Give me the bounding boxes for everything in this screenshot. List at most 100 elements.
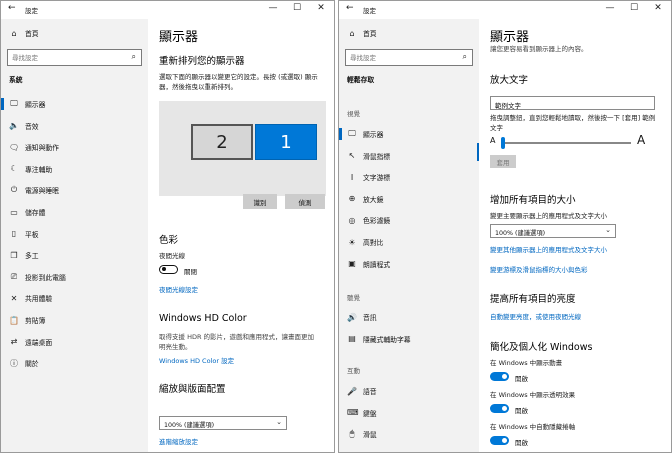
sidebar-item-moon[interactable]: ☾ 專注輔助 [1,159,148,179]
scrollbars-state: 開啟 [515,439,528,447]
sidebar: ⌂ 首頁 ⌕ 輕鬆存取 視覺 🖵 顯示器 ↖ 滑鼠指標 I 文字游標 ⊕ 放大鏡 ◎ 色彩濾鏡 ☀ 高… [339,19,479,452]
sidebar-item-keyboard[interactable]: ⌨ 鍵盤 [339,403,479,423]
sidebar-item-microphone[interactable]: 🎤 語音 [339,381,479,401]
arrange-description-line-1: 選取下面的顯示器以變更它的設定。長按 (或選取) 顯示 [159,73,318,81]
back-arrow-icon[interactable]: ← [346,3,354,13]
sidebar-group-interaction: 互動 [347,367,360,375]
brightness-heading: 提高所有項目的亮度 [490,294,576,305]
sidebar-item-label: 音訊 [363,314,377,322]
audio-icon: 🔊 [347,312,357,322]
arrange-heading: 重新排列您的顯示器 [159,56,245,67]
search-icon[interactable]: ⌕ [463,52,467,62]
brightness-night-light-link[interactable]: 自動變更亮度，或使用夜間光線 [490,311,581,321]
page-title: 顯示器 [490,30,530,45]
text-size-heading: 放大文字 [490,75,529,86]
sidebar-item-power[interactable]: ⏻ 電源與睡眠 [1,180,148,200]
sidebar-item-mouse[interactable]: 🖱 滑鼠 [339,424,479,444]
sidebar-item-monitor[interactable]: 🖵 顯示器 [1,94,148,114]
sidebar-item-magnifier[interactable]: ⊕ 放大鏡 [339,189,479,209]
text-size-slider[interactable] [501,137,631,149]
sidebar-item-project[interactable]: ⎚ 投影到此電腦 [1,267,148,287]
monitor-1-label: 1 [280,131,292,153]
night-light-settings-link[interactable]: 夜間光線設定 [159,284,198,294]
sidebar-item-label: 色彩濾鏡 [363,217,391,226]
scrollbars-toggle[interactable] [490,436,509,445]
night-light-state: 關閉 [184,268,197,276]
sidebar-group-vision: 視覺 [347,110,360,118]
sidebar-item-label: 滑鼠 [363,431,377,440]
search-input[interactable] [12,52,112,63]
search-input[interactable] [350,52,450,63]
slider-thumb[interactable] [501,137,505,149]
slider-max-label: A [637,133,646,147]
back-arrow-icon[interactable]: ← [8,3,16,13]
main-content: 顯示器 讓您更容易看到顯示器上的內容。 放大文字 範例文字 拖曳調整鈕，直到您輕… [477,19,671,452]
sidebar-item-high-contrast[interactable]: ☀ 高對比 [339,232,479,252]
size-heading: 增加所有項目的大小 [490,195,576,206]
sample-text: 範例文字 [495,102,521,110]
project-icon: ⎚ [10,271,18,281]
size-dropdown[interactable]: 100% (建議選項) ⌄ [490,224,616,238]
maximize-button[interactable]: ☐ [627,3,641,13]
sidebar-item-speaker[interactable]: 🔈 音效 [1,116,148,136]
close-button[interactable]: ✕ [651,3,665,13]
scale-dropdown-value: 100% (建議選項) [164,422,215,429]
sidebar-item-monitor[interactable]: 🖵 顯示器 [339,124,479,144]
transparency-state: 開啟 [515,407,528,415]
slider-description-line-2: 文字 [490,124,503,132]
scale-dropdown[interactable]: 100% (建議選項) ⌄ [159,416,287,430]
hd-color-settings-link[interactable]: Windows HD Color 設定 [159,355,234,365]
sidebar-item-home[interactable]: ⌂ 首頁 [339,23,479,43]
sidebar-item-home[interactable]: ⌂ 首頁 [1,23,148,43]
sidebar-item-multitask[interactable]: ❐ 多工 [1,245,148,265]
sidebar-item-shared[interactable]: ✕ 共用體驗 [1,288,148,308]
settings-window-ease-of-access: ← 設定 — ☐ ✕ ⌂ 首頁 ⌕ 輕鬆存取 視覺 🖵 顯示器 ↖ 滑鼠指標 I 文字游標… [338,0,672,453]
monitor-1[interactable]: 1 [255,124,317,160]
info-icon: ⓘ [10,358,18,368]
advanced-scaling-link[interactable]: 進階縮放設定 [159,436,198,446]
animations-toggle[interactable] [490,372,509,381]
sidebar-item-label: 專注輔助 [25,165,53,174]
monitor-icon: 🖵 [10,99,18,108]
sidebar-item-closed-caption[interactable]: ▤ 隱藏式輔助字幕 [339,329,479,349]
sidebar-item-info[interactable]: ⓘ 關於 [1,353,148,373]
detect-button[interactable]: 偵測 [285,194,325,209]
search-box[interactable]: ⌕ [345,49,473,66]
sidebar-item-label: 文字游標 [363,174,391,183]
monitor-2[interactable]: 2 [191,124,253,160]
transparency-toggle[interactable] [490,404,509,413]
sidebar-item-label: 剪貼簿 [25,317,46,325]
sidebar-item-label: 語音 [363,388,377,396]
sidebar-item-audio[interactable]: 🔊 音訊 [339,307,479,327]
close-button[interactable]: ✕ [314,3,328,13]
mouse-icon: 🖱 [349,429,355,439]
sidebar-item-tablet[interactable]: ▯ 平板 [1,224,148,244]
sidebar-item-remote-desktop[interactable]: ⇄ 遠端桌面 [1,332,148,352]
identify-button[interactable]: 識別 [243,194,277,209]
sidebar-group-hearing: 聽覺 [347,294,360,302]
pointer-size-link[interactable]: 變更游標及滑鼠指標的大小與色彩 [490,264,588,274]
maximize-button[interactable]: ☐ [290,3,304,13]
tablet-icon: ▯ [11,229,17,239]
minimize-button[interactable]: — [603,3,617,13]
scrollbar[interactable] [477,143,479,161]
sidebar-item-narrator[interactable]: ▣ 朗讀程式 [339,254,479,274]
minimize-button[interactable]: — [266,3,280,13]
search-icon[interactable]: ⌕ [132,52,136,62]
other-display-size-link[interactable]: 變更其他顯示器上的應用程式及文字大小 [490,244,607,254]
scale-heading: 縮放與版面配置 [159,384,226,395]
night-light-toggle[interactable] [159,265,178,274]
apply-button[interactable]: 套用 [490,155,516,168]
sidebar-item-clipboard[interactable]: 📋 剪貼簿 [1,310,148,330]
sidebar-item-mouse-pointer[interactable]: ↖ 滑鼠指標 [339,146,479,166]
main-content: 顯示器 重新排列您的顯示器 選取下面的顯示器以變更它的設定。長按 (或選取) 顯… [148,19,334,452]
sidebar-item-storage[interactable]: ▭ 儲存體 [1,202,148,222]
sidebar-item-notification[interactable]: 🗨 通知與動作 [1,137,148,157]
sidebar-section-label: 系統 [9,76,23,84]
search-box[interactable]: ⌕ [7,49,142,66]
sidebar-item-text-cursor[interactable]: I 文字游標 [339,167,479,187]
sidebar-item-label: 鍵盤 [363,409,377,418]
size-dropdown-value: 100% (建議選項) [495,230,546,237]
sidebar-item-color-filter[interactable]: ◎ 色彩濾鏡 [339,210,479,230]
monitor-2-label: 2 [216,131,228,153]
